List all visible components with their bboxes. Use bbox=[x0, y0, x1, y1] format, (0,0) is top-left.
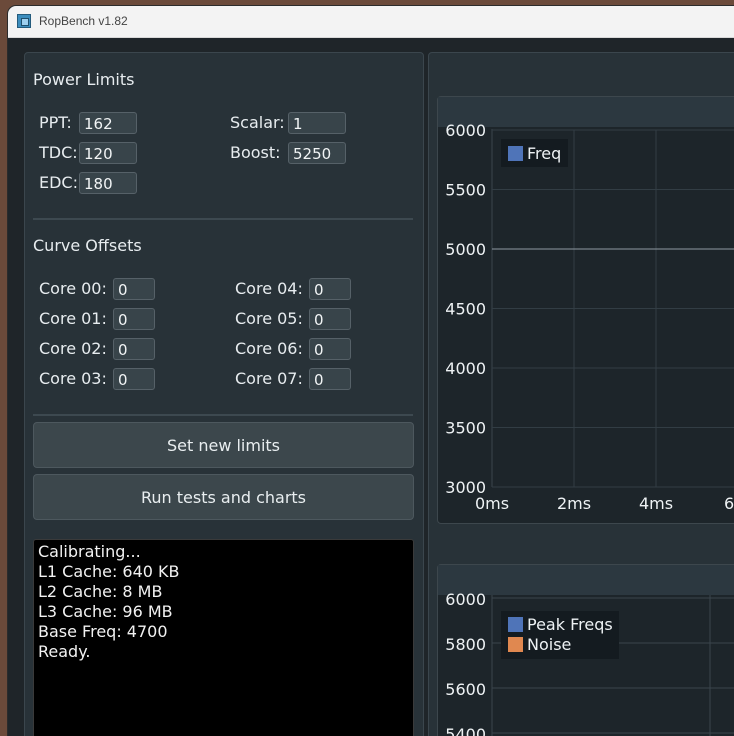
x-tick-label: 2ms bbox=[557, 494, 591, 513]
log-line: Calibrating... bbox=[38, 542, 141, 561]
y-tick-label: 6000 bbox=[445, 590, 486, 609]
core-offset-input[interactable]: 0 bbox=[309, 278, 351, 300]
y-tick-label: 4500 bbox=[445, 300, 486, 319]
y-tick-label: 5500 bbox=[445, 181, 486, 200]
legend-label: Noise bbox=[527, 635, 571, 654]
power-limits-heading: Power Limits bbox=[33, 70, 135, 89]
core-offset-input[interactable]: 0 bbox=[113, 368, 155, 390]
legend-swatch-noise bbox=[508, 637, 523, 652]
boost-label: Boost: bbox=[230, 143, 281, 162]
window-title: RopBench v1.82 bbox=[39, 14, 128, 28]
core-label: Core 01: bbox=[39, 309, 107, 328]
core-offset-input[interactable]: 0 bbox=[309, 338, 351, 360]
core-label: Core 07: bbox=[235, 369, 303, 388]
tdc-input[interactable]: 120 bbox=[79, 142, 137, 164]
app-icon bbox=[17, 14, 31, 28]
x-tick-label: 0ms bbox=[475, 494, 509, 513]
run-tests-button[interactable]: Run tests and charts bbox=[33, 474, 414, 520]
peak-freq-chart: 6000 5800 5600 5400 Peak Freqs Noise bbox=[445, 590, 734, 736]
settings-panel: Power Limits PPT: 162 TDC: 120 EDC: 180 … bbox=[24, 52, 424, 736]
core-label: Core 02: bbox=[39, 339, 107, 358]
scalar-input[interactable]: 1 bbox=[288, 112, 346, 134]
legend-label: Freq bbox=[527, 144, 561, 163]
freq-chart-card: 6000550050004500400035003000 0ms2ms4ms6m… bbox=[437, 96, 734, 524]
core-label: Core 04: bbox=[235, 279, 303, 298]
boost-input[interactable]: 5250 bbox=[288, 142, 346, 164]
core-label: Core 03: bbox=[39, 369, 107, 388]
y-tick-label: 4000 bbox=[445, 359, 486, 378]
y-tick-label: 5400 bbox=[445, 725, 486, 736]
scalar-label: Scalar: bbox=[230, 113, 285, 132]
edc-label: EDC: bbox=[39, 173, 78, 192]
core-offset-input[interactable]: 0 bbox=[309, 308, 351, 330]
set-new-limits-button[interactable]: Set new limits bbox=[33, 422, 414, 468]
edc-input[interactable]: 180 bbox=[79, 172, 137, 194]
peak-freq-chart-card: 6000 5800 5600 5400 Peak Freqs Noise bbox=[437, 564, 734, 736]
core-offset-input[interactable]: 0 bbox=[309, 368, 351, 390]
legend-swatch-peak-freqs bbox=[508, 617, 523, 632]
app-window: RopBench v1.82 Power Limits PPT: 162 TDC… bbox=[8, 6, 734, 736]
y-tick-label: 6000 bbox=[445, 121, 486, 140]
log-line: Base Freq: 4700 bbox=[38, 622, 168, 641]
legend-swatch-freq bbox=[508, 146, 523, 161]
log-line: L3 Cache: 96 MB bbox=[38, 602, 173, 621]
section-divider bbox=[33, 218, 413, 220]
log-line: Ready. bbox=[38, 642, 91, 661]
section-divider bbox=[33, 414, 413, 416]
core-offset-input[interactable]: 0 bbox=[113, 278, 155, 300]
y-tick-label: 5800 bbox=[445, 635, 486, 654]
curve-offsets-heading: Curve Offsets bbox=[33, 236, 142, 255]
x-tick-label: 6m bbox=[724, 494, 734, 513]
tdc-label: TDC: bbox=[39, 143, 78, 162]
core-label: Core 00: bbox=[39, 279, 107, 298]
core-label: Core 06: bbox=[235, 339, 303, 358]
legend-label: Peak Freqs bbox=[527, 615, 613, 634]
freq-chart: 6000550050004500400035003000 0ms2ms4ms6m… bbox=[445, 121, 734, 513]
core-offset-input[interactable]: 0 bbox=[113, 308, 155, 330]
x-tick-label: 4ms bbox=[639, 494, 673, 513]
y-tick-label: 5600 bbox=[445, 680, 486, 699]
log-line: L1 Cache: 640 KB bbox=[38, 562, 180, 581]
core-offset-input[interactable]: 0 bbox=[113, 338, 155, 360]
ppt-input[interactable]: 162 bbox=[79, 112, 137, 134]
y-tick-label: 3500 bbox=[445, 419, 486, 438]
charts-panel: 6000550050004500400035003000 0ms2ms4ms6m… bbox=[428, 52, 734, 736]
title-bar[interactable]: RopBench v1.82 bbox=[8, 6, 734, 38]
log-line: L2 Cache: 8 MB bbox=[38, 582, 163, 601]
y-tick-label: 5000 bbox=[445, 240, 486, 259]
ppt-label: PPT: bbox=[39, 113, 72, 132]
core-label: Core 05: bbox=[235, 309, 303, 328]
log-console: Calibrating... L1 Cache: 640 KB L2 Cache… bbox=[33, 539, 414, 736]
